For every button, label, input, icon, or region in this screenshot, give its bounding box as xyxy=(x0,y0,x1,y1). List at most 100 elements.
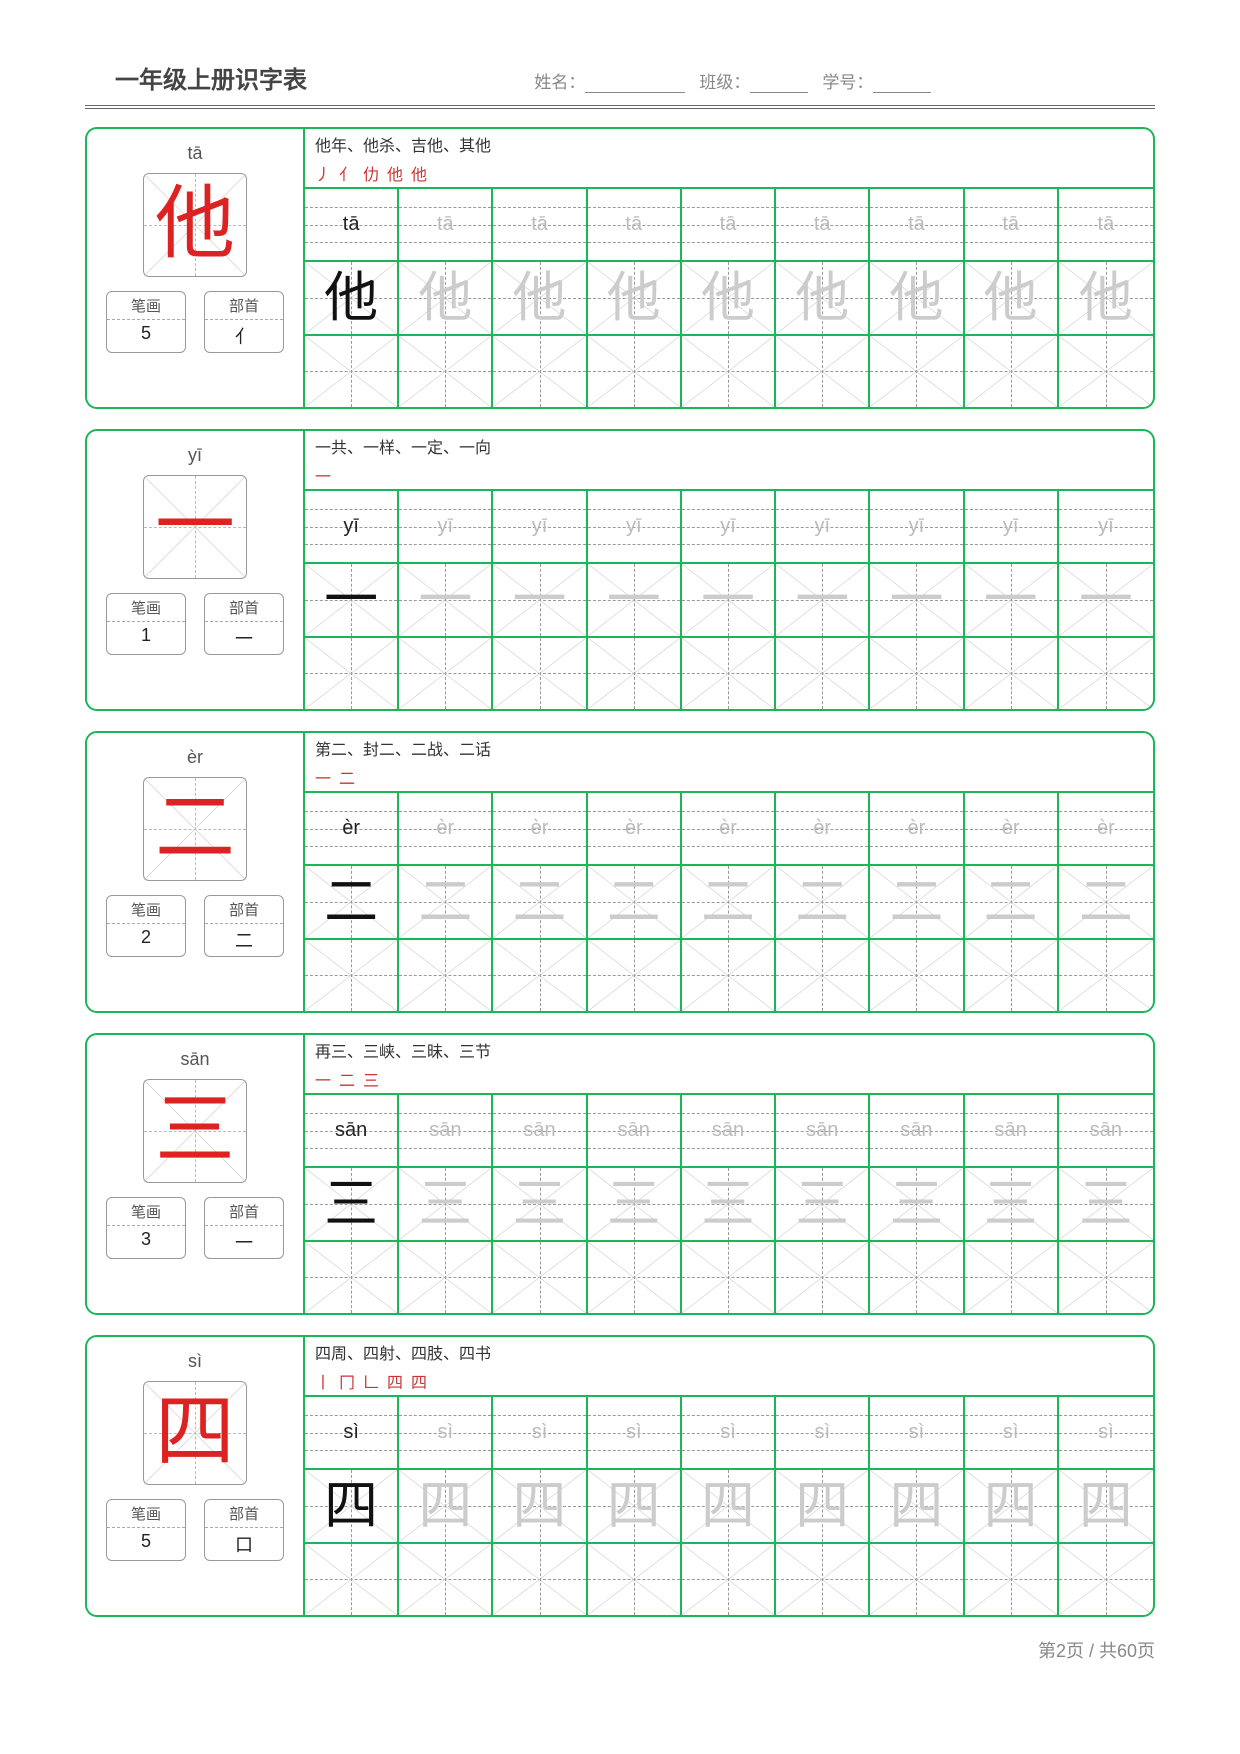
pinyin-cell[interactable]: sì xyxy=(682,1397,776,1468)
class-blank[interactable] xyxy=(750,73,808,93)
blank-practice-cell[interactable] xyxy=(682,1544,776,1615)
pinyin-cell[interactable]: èr xyxy=(399,793,493,864)
character-cell[interactable]: 他 xyxy=(682,262,776,333)
character-cell[interactable]: 二 xyxy=(399,866,493,937)
character-cell[interactable]: 二 xyxy=(776,866,870,937)
blank-practice-cell[interactable] xyxy=(493,1544,587,1615)
character-cell[interactable]: 三 xyxy=(1059,1168,1153,1239)
character-cell[interactable]: 他 xyxy=(399,262,493,333)
blank-practice-cell[interactable] xyxy=(1059,940,1153,1011)
blank-practice-cell[interactable] xyxy=(493,940,587,1011)
pinyin-cell[interactable]: tā xyxy=(493,189,587,260)
blank-practice-cell[interactable] xyxy=(965,1242,1059,1313)
pinyin-cell[interactable]: sān xyxy=(399,1095,493,1166)
character-cell[interactable]: 二 xyxy=(682,866,776,937)
blank-practice-cell[interactable] xyxy=(1059,638,1153,709)
character-cell[interactable]: 一 xyxy=(682,564,776,635)
blank-practice-cell[interactable] xyxy=(588,940,682,1011)
pinyin-cell[interactable]: tā xyxy=(682,189,776,260)
character-cell[interactable]: 二 xyxy=(965,866,1059,937)
character-cell[interactable]: 四 xyxy=(870,1470,964,1541)
character-cell[interactable]: 四 xyxy=(682,1470,776,1541)
blank-practice-cell[interactable] xyxy=(305,1242,399,1313)
pinyin-cell[interactable]: yī xyxy=(588,491,682,562)
blank-practice-cell[interactable] xyxy=(399,638,493,709)
blank-practice-cell[interactable] xyxy=(682,336,776,407)
pinyin-cell[interactable]: yī xyxy=(776,491,870,562)
blank-practice-cell[interactable] xyxy=(965,336,1059,407)
id-blank[interactable] xyxy=(873,73,931,93)
character-cell[interactable]: 他 xyxy=(776,262,870,333)
character-cell[interactable]: 一 xyxy=(588,564,682,635)
pinyin-cell[interactable]: yī xyxy=(870,491,964,562)
pinyin-cell[interactable]: sì xyxy=(965,1397,1059,1468)
pinyin-cell[interactable]: èr xyxy=(965,793,1059,864)
pinyin-cell[interactable]: sān xyxy=(776,1095,870,1166)
pinyin-cell[interactable]: sān xyxy=(588,1095,682,1166)
character-cell[interactable]: 二 xyxy=(493,866,587,937)
pinyin-cell[interactable]: yī xyxy=(1059,491,1153,562)
character-cell[interactable]: 二 xyxy=(870,866,964,937)
blank-practice-cell[interactable] xyxy=(399,940,493,1011)
pinyin-cell[interactable]: tā xyxy=(965,189,1059,260)
character-cell[interactable]: 四 xyxy=(965,1470,1059,1541)
blank-practice-cell[interactable] xyxy=(399,336,493,407)
blank-practice-cell[interactable] xyxy=(870,1242,964,1313)
character-cell[interactable]: 他 xyxy=(1059,262,1153,333)
character-cell[interactable]: 他 xyxy=(493,262,587,333)
blank-practice-cell[interactable] xyxy=(776,336,870,407)
character-cell[interactable]: 三 xyxy=(870,1168,964,1239)
character-cell[interactable]: 三 xyxy=(965,1168,1059,1239)
pinyin-cell[interactable]: yī xyxy=(965,491,1059,562)
pinyin-cell[interactable]: sì xyxy=(399,1397,493,1468)
pinyin-cell[interactable]: tā xyxy=(588,189,682,260)
blank-practice-cell[interactable] xyxy=(588,336,682,407)
pinyin-cell[interactable]: sān xyxy=(682,1095,776,1166)
character-cell[interactable]: 他 xyxy=(870,262,964,333)
character-cell[interactable]: 二 xyxy=(588,866,682,937)
blank-practice-cell[interactable] xyxy=(870,336,964,407)
blank-practice-cell[interactable] xyxy=(870,1544,964,1615)
character-cell[interactable]: 四 xyxy=(588,1470,682,1541)
blank-practice-cell[interactable] xyxy=(588,1544,682,1615)
blank-practice-cell[interactable] xyxy=(305,1544,399,1615)
character-cell[interactable]: 三 xyxy=(588,1168,682,1239)
blank-practice-cell[interactable] xyxy=(305,638,399,709)
blank-practice-cell[interactable] xyxy=(776,1242,870,1313)
pinyin-cell[interactable]: tā xyxy=(776,189,870,260)
pinyin-cell[interactable]: tā xyxy=(870,189,964,260)
blank-practice-cell[interactable] xyxy=(399,1242,493,1313)
blank-practice-cell[interactable] xyxy=(493,1242,587,1313)
blank-practice-cell[interactable] xyxy=(1059,336,1153,407)
blank-practice-cell[interactable] xyxy=(1059,1544,1153,1615)
character-cell[interactable]: 一 xyxy=(1059,564,1153,635)
character-cell[interactable]: 他 xyxy=(965,262,1059,333)
character-cell[interactable]: 三 xyxy=(682,1168,776,1239)
character-cell[interactable]: 三 xyxy=(399,1168,493,1239)
pinyin-cell[interactable]: sì xyxy=(870,1397,964,1468)
blank-practice-cell[interactable] xyxy=(682,638,776,709)
blank-practice-cell[interactable] xyxy=(682,940,776,1011)
pinyin-cell[interactable]: sān xyxy=(870,1095,964,1166)
blank-practice-cell[interactable] xyxy=(588,638,682,709)
pinyin-cell[interactable]: sì xyxy=(1059,1397,1153,1468)
blank-practice-cell[interactable] xyxy=(965,940,1059,1011)
pinyin-cell[interactable]: èr xyxy=(870,793,964,864)
name-blank[interactable] xyxy=(585,73,685,93)
character-cell[interactable]: 一 xyxy=(493,564,587,635)
pinyin-cell[interactable]: sì xyxy=(776,1397,870,1468)
pinyin-cell[interactable]: sān xyxy=(965,1095,1059,1166)
blank-practice-cell[interactable] xyxy=(493,638,587,709)
blank-practice-cell[interactable] xyxy=(776,1544,870,1615)
blank-practice-cell[interactable] xyxy=(588,1242,682,1313)
blank-practice-cell[interactable] xyxy=(682,1242,776,1313)
character-cell[interactable]: 三 xyxy=(493,1168,587,1239)
pinyin-cell[interactable]: èr xyxy=(493,793,587,864)
pinyin-cell[interactable]: sān xyxy=(493,1095,587,1166)
character-cell[interactable]: 四 xyxy=(776,1470,870,1541)
blank-practice-cell[interactable] xyxy=(305,336,399,407)
blank-practice-cell[interactable] xyxy=(399,1544,493,1615)
pinyin-cell[interactable]: èr xyxy=(588,793,682,864)
pinyin-cell[interactable]: sān xyxy=(1059,1095,1153,1166)
pinyin-cell[interactable]: èr xyxy=(776,793,870,864)
